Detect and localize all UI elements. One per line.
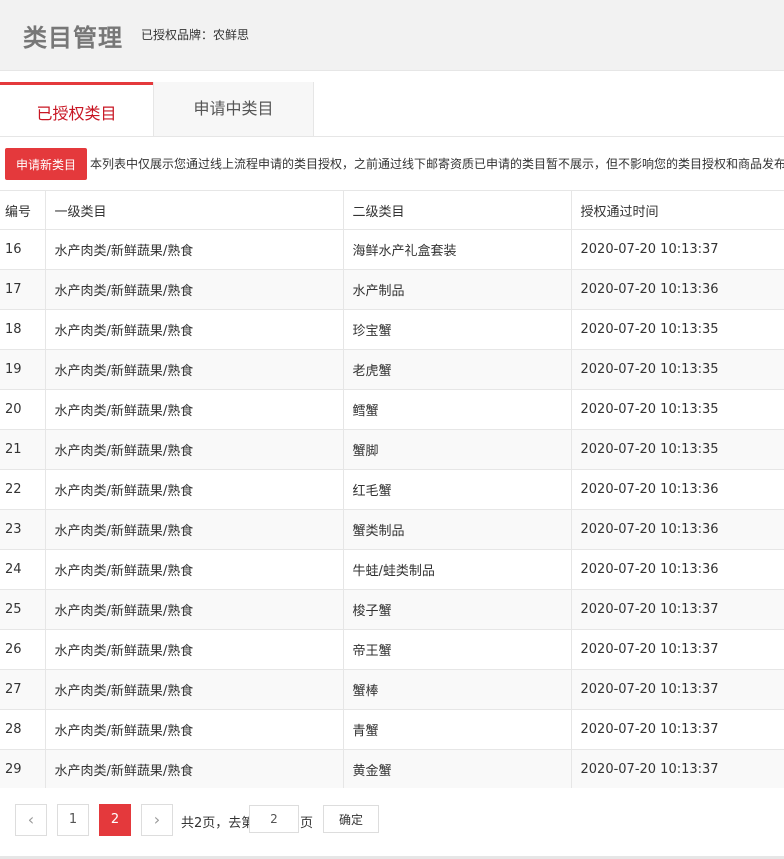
cell-id: 26 <box>0 629 46 670</box>
cell-level1-category: 水产肉类/新鲜蔬果/熟食 <box>45 549 344 590</box>
cell-level1-category: 水产肉类/新鲜蔬果/熟食 <box>45 349 344 390</box>
table-row: 24 水产肉类/新鲜蔬果/熟食 牛蛙/蛙类制品 2020-07-20 10:13:36 <box>0 549 784 590</box>
cell-level1-category: 水产肉类/新鲜蔬果/熟食 <box>45 469 344 510</box>
cell-level2-category: 水产制品 <box>343 269 572 310</box>
cell-auth-time: 2020-07-20 10:13:36 <box>571 549 784 590</box>
table-row: 27 水产肉类/新鲜蔬果/熟食 蟹棒 2020-07-20 10:13:37 <box>0 669 784 710</box>
page-suffix-text: 页 <box>300 816 314 831</box>
cell-id: 20 <box>0 389 46 430</box>
cell-id: 27 <box>0 669 46 710</box>
column-header-level2: 二级类目 <box>343 190 572 230</box>
cell-level2-category: 蟹棒 <box>343 669 572 710</box>
table-row: 29 水产肉类/新鲜蔬果/熟食 黄金蟹 2020-07-20 10:13:37 <box>0 749 784 790</box>
page-button-1[interactable]: 1 <box>57 804 89 836</box>
page-header: 类目管理 已授权品牌：农鲜思 <box>0 0 784 71</box>
table-row: 17 水产肉类/新鲜蔬果/熟食 水产制品 2020-07-20 10:13:36 <box>0 269 784 310</box>
cell-auth-time: 2020-07-20 10:13:36 <box>571 469 784 510</box>
cell-id: 18 <box>0 309 46 350</box>
table-row: 21 水产肉类/新鲜蔬果/熟食 蟹脚 2020-07-20 10:13:35 <box>0 429 784 470</box>
chevron-right-icon: › <box>153 810 161 829</box>
table-row: 16 水产肉类/新鲜蔬果/熟食 海鲜水产礼盒套装 2020-07-20 10:13:3… <box>0 229 784 270</box>
table-row: 19 水产肉类/新鲜蔬果/熟食 老虎蟹 2020-07-20 10:13:35 <box>0 349 784 390</box>
cell-level2-category: 老虎蟹 <box>343 349 572 390</box>
cell-level1-category: 水产肉类/新鲜蔬果/熟食 <box>45 309 344 350</box>
cell-level1-category: 水产肉类/新鲜蔬果/熟食 <box>45 269 344 310</box>
cell-id: 21 <box>0 429 46 470</box>
cell-level2-category: 海鲜水产礼盒套装 <box>343 229 572 270</box>
cell-level1-category: 水产肉类/新鲜蔬果/熟食 <box>45 669 344 710</box>
table-header-row: 编号 一级类目 二级类目 授权通过时间 <box>0 190 784 230</box>
cell-level2-category: 蟹脚 <box>343 429 572 470</box>
cell-level2-category: 青蟹 <box>343 709 572 750</box>
cell-level2-category: 鳕蟹 <box>343 389 572 430</box>
page-button-2[interactable]: 2 <box>99 804 131 836</box>
cell-auth-time: 2020-07-20 10:13:35 <box>571 389 784 430</box>
cell-level2-category: 帝王蟹 <box>343 629 572 670</box>
cell-level2-category: 牛蛙/蛙类制品 <box>343 549 572 590</box>
column-header-id: 编号 <box>0 190 46 230</box>
cell-level1-category: 水产肉类/新鲜蔬果/熟食 <box>45 429 344 470</box>
cell-level1-category: 水产肉类/新鲜蔬果/熟食 <box>45 229 344 270</box>
cell-id: 23 <box>0 509 46 550</box>
table-row: 25 水产肉类/新鲜蔬果/熟食 梭子蟹 2020-07-20 10:13:37 <box>0 589 784 630</box>
tab-bar: 已授权类目 申请中类目 <box>0 82 784 137</box>
cell-level2-category: 梭子蟹 <box>343 589 572 630</box>
column-header-level1: 一级类目 <box>45 190 344 230</box>
cell-auth-time: 2020-07-20 10:13:37 <box>571 229 784 270</box>
authorized-brand-label: 已授权品牌：农鲜思 <box>141 28 250 42</box>
table-row: 20 水产肉类/新鲜蔬果/熟食 鳕蟹 2020-07-20 10:13:35 <box>0 389 784 430</box>
notice-text: 本列表中仅展示您通过线上流程申请的类目授权，之前通过线下邮寄资质已申请的类目暂不… <box>90 157 784 171</box>
cell-auth-time: 2020-07-20 10:13:36 <box>571 269 784 310</box>
chevron-left-icon: ‹ <box>27 810 35 829</box>
cell-level1-category: 水产肉类/新鲜蔬果/熟食 <box>45 709 344 750</box>
cell-id: 28 <box>0 709 46 750</box>
next-page-button[interactable]: › <box>141 804 173 836</box>
cell-id: 19 <box>0 349 46 390</box>
cell-level1-category: 水产肉类/新鲜蔬果/熟食 <box>45 389 344 430</box>
cell-level2-category: 珍宝蟹 <box>343 309 572 350</box>
cell-level2-category: 黄金蟹 <box>343 749 572 790</box>
goto-page-input[interactable] <box>249 805 299 833</box>
table-row: 18 水产肉类/新鲜蔬果/熟食 珍宝蟹 2020-07-20 10:13:35 <box>0 309 784 350</box>
page-title: 类目管理 <box>23 24 123 52</box>
cell-level1-category: 水产肉类/新鲜蔬果/熟食 <box>45 509 344 550</box>
cell-id: 25 <box>0 589 46 630</box>
cell-level2-category: 红毛蟹 <box>343 469 572 510</box>
cell-auth-time: 2020-07-20 10:13:37 <box>571 589 784 630</box>
cell-auth-time: 2020-07-20 10:13:35 <box>571 429 784 470</box>
cell-auth-time: 2020-07-20 10:13:36 <box>571 509 784 550</box>
cell-auth-time: 2020-07-20 10:13:37 <box>571 709 784 750</box>
cell-auth-time: 2020-07-20 10:13:37 <box>571 629 784 670</box>
cell-auth-time: 2020-07-20 10:13:37 <box>571 669 784 710</box>
cell-id: 22 <box>0 469 46 510</box>
table-row: 22 水产肉类/新鲜蔬果/熟食 红毛蟹 2020-07-20 10:13:36 <box>0 469 784 510</box>
cell-level1-category: 水产肉类/新鲜蔬果/熟食 <box>45 749 344 790</box>
table-row: 23 水产肉类/新鲜蔬果/熟食 蟹类制品 2020-07-20 10:13:36 <box>0 509 784 550</box>
cell-id: 16 <box>0 229 46 270</box>
total-pages-text: 共2页，去第 <box>181 816 255 831</box>
category-table: 编号 一级类目 二级类目 授权通过时间 16 水产肉类/新鲜蔬果/熟食 海鲜水产礼盒… <box>0 190 784 790</box>
cell-auth-time: 2020-07-20 10:13:35 <box>571 349 784 390</box>
table-row: 28 水产肉类/新鲜蔬果/熟食 青蟹 2020-07-20 10:13:37 <box>0 709 784 750</box>
goto-confirm-button[interactable]: 确定 <box>323 805 379 833</box>
tab-authorized-categories[interactable]: 已授权类目 <box>0 82 153 136</box>
cell-id: 17 <box>0 269 46 310</box>
cell-id: 24 <box>0 549 46 590</box>
pagination: ‹ 1 2 › 共2页，去第 页 确定 <box>0 788 784 856</box>
table-row: 26 水产肉类/新鲜蔬果/熟食 帝王蟹 2020-07-20 10:13:37 <box>0 629 784 670</box>
cell-id: 29 <box>0 749 46 790</box>
cell-level1-category: 水产肉类/新鲜蔬果/熟食 <box>45 629 344 670</box>
cell-auth-time: 2020-07-20 10:13:37 <box>571 749 784 790</box>
tab-pending-categories[interactable]: 申请中类目 <box>153 82 314 136</box>
apply-new-category-button[interactable]: 申请新类目 <box>5 148 87 180</box>
cell-level2-category: 蟹类制品 <box>343 509 572 550</box>
column-header-time: 授权通过时间 <box>571 190 784 230</box>
cell-auth-time: 2020-07-20 10:13:35 <box>571 309 784 350</box>
prev-page-button[interactable]: ‹ <box>15 804 47 836</box>
cell-level1-category: 水产肉类/新鲜蔬果/熟食 <box>45 589 344 630</box>
